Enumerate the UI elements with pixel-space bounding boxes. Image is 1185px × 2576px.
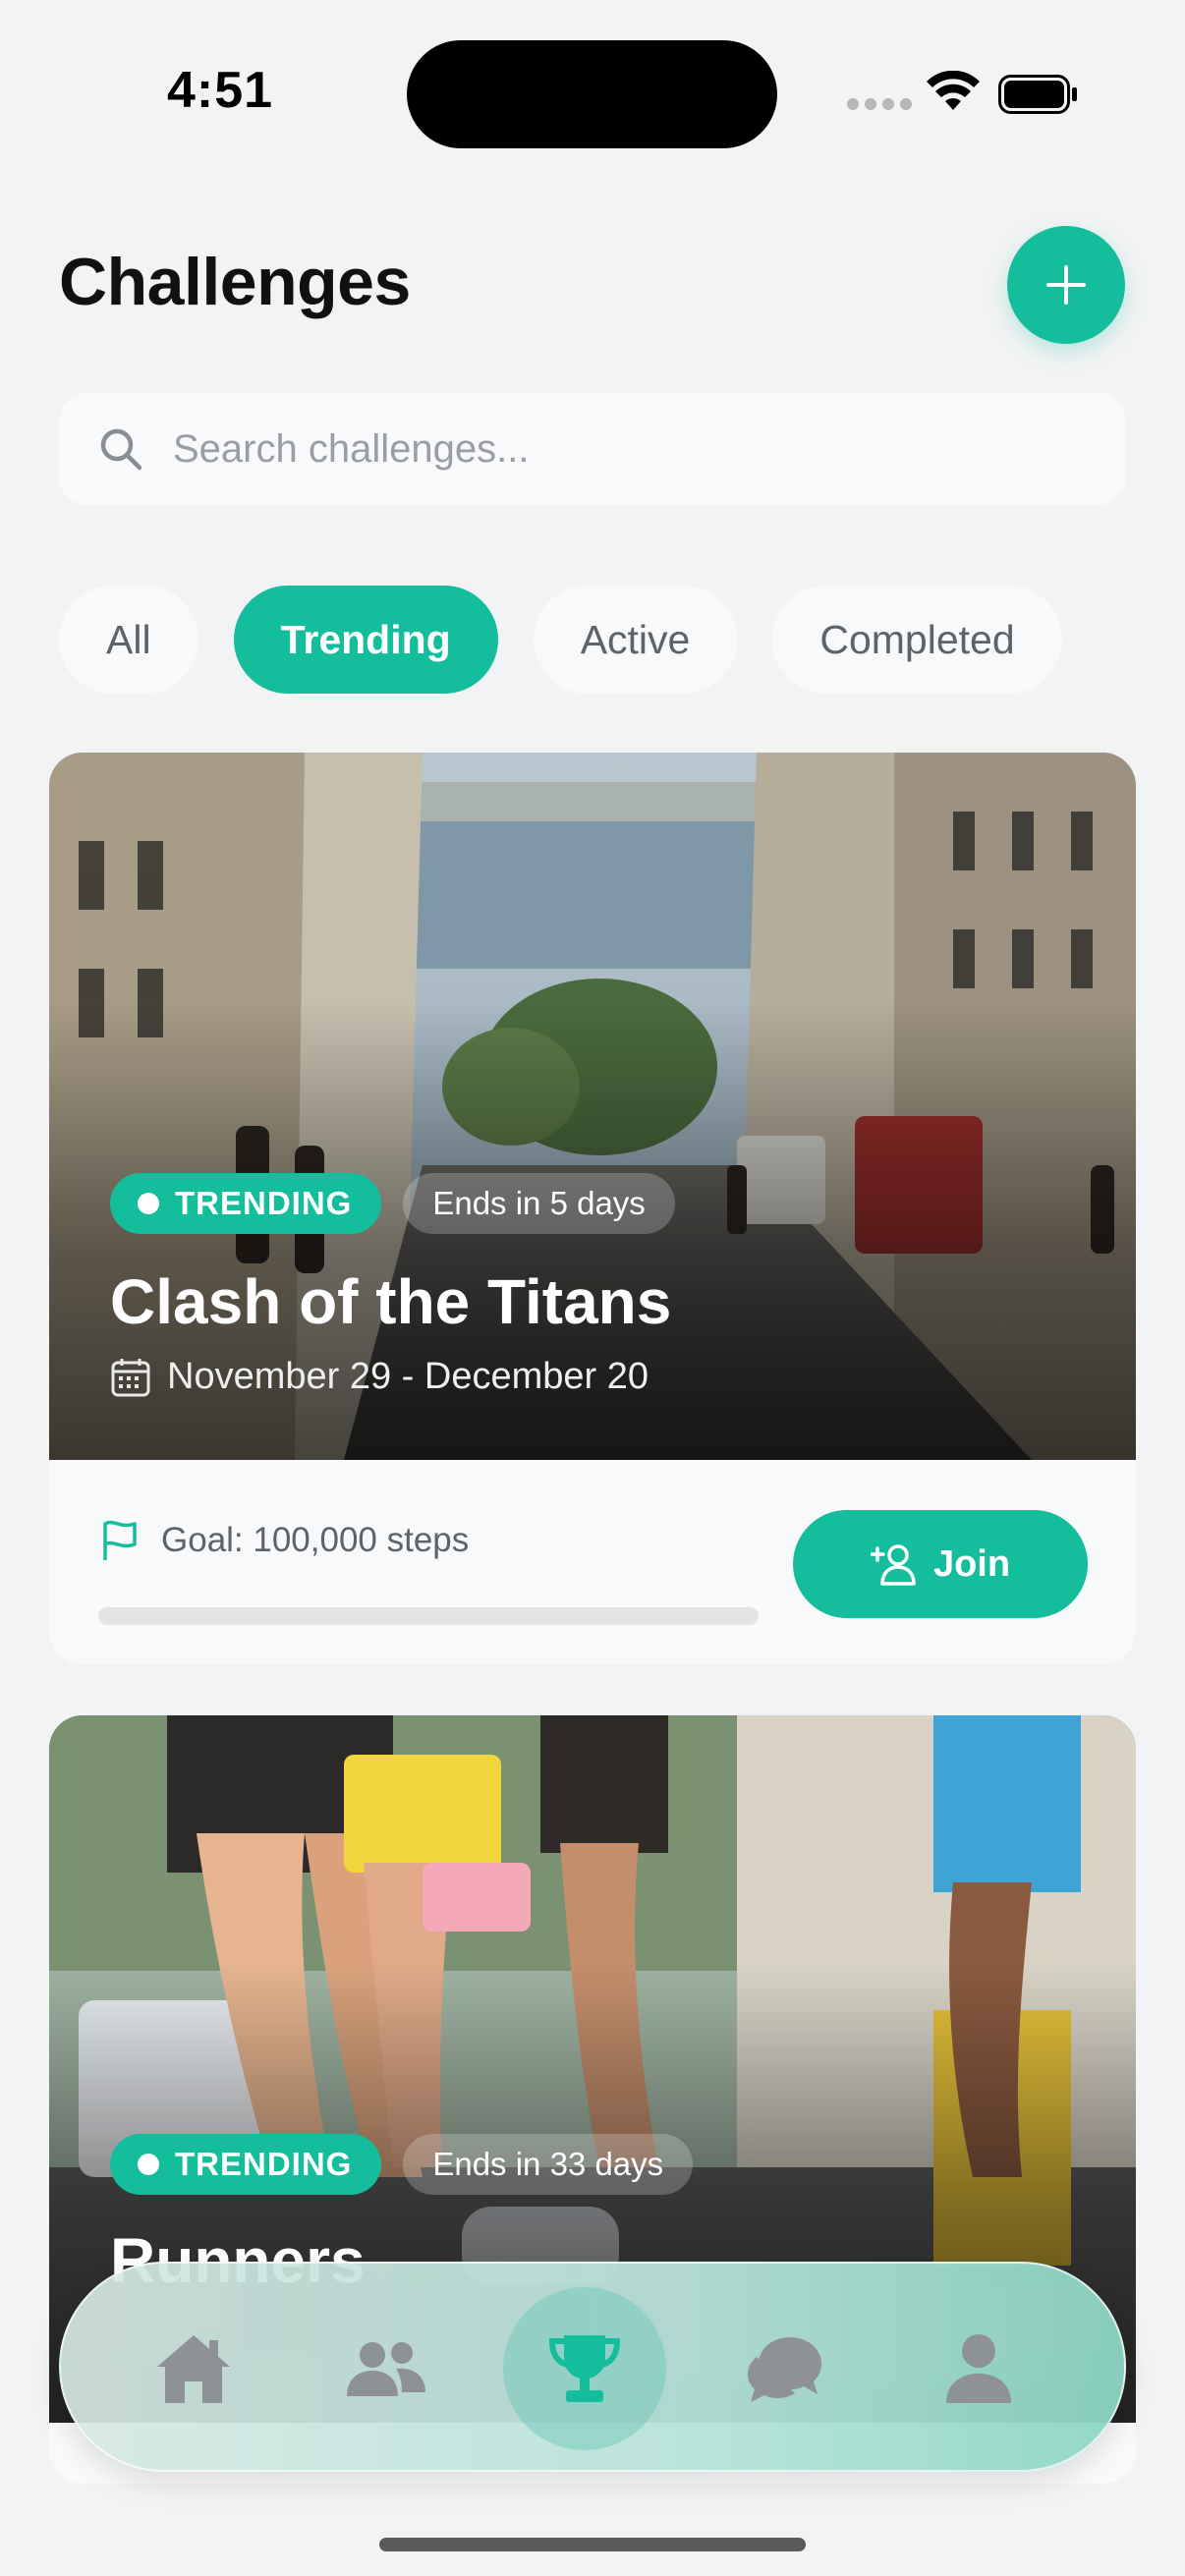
add-user-icon xyxy=(870,1544,916,1586)
search-bar[interactable] xyxy=(59,393,1126,505)
ends-badge: Ends in 5 days xyxy=(403,1173,675,1234)
filter-completed[interactable]: Completed xyxy=(772,586,1062,694)
tab-home[interactable] xyxy=(112,2287,275,2450)
calendar-icon xyxy=(111,1358,150,1396)
trending-badge: TRENDING xyxy=(110,1173,382,1234)
filter-active[interactable]: Active xyxy=(533,586,738,694)
filter-trending[interactable]: Trending xyxy=(233,586,498,694)
status-bar: 4:51 xyxy=(0,0,1185,187)
trophy-icon xyxy=(548,2335,621,2402)
challenge-dates: November 29 - December 20 xyxy=(110,1356,649,1398)
challenge-card[interactable]: TRENDING Ends in 5 days Clash of the Tit… xyxy=(49,753,1136,1664)
status-time: 4:51 xyxy=(167,62,274,119)
dynamic-island xyxy=(407,40,777,148)
bottom-tab-bar xyxy=(59,2262,1126,2472)
search-input[interactable] xyxy=(173,426,1057,472)
trending-badge: TRENDING xyxy=(110,2134,382,2195)
flag-icon xyxy=(103,1520,137,1560)
goal-progress-bar xyxy=(98,1607,759,1625)
filter-tabs: All Trending Active Completed xyxy=(59,586,1062,694)
challenge-goal: Goal: 100,000 steps xyxy=(100,1519,469,1562)
chat-icon xyxy=(748,2337,821,2402)
challenge-image xyxy=(49,753,1136,1460)
home-icon xyxy=(157,2335,230,2403)
challenge-title: Clash of the Titans xyxy=(110,1266,672,1337)
ends-badge: Ends in 33 days xyxy=(403,2134,694,2195)
tab-profile[interactable] xyxy=(897,2287,1060,2450)
page-title: Challenges xyxy=(59,245,411,319)
tab-friends[interactable] xyxy=(304,2287,467,2450)
join-button[interactable]: Join xyxy=(793,1510,1088,1618)
home-indicator xyxy=(379,2538,806,2551)
tab-challenges[interactable] xyxy=(503,2287,666,2450)
users-icon xyxy=(347,2342,425,2396)
search-icon xyxy=(100,428,142,471)
cellular-signal-icon xyxy=(847,98,912,110)
wifi-icon xyxy=(927,71,980,110)
add-challenge-button[interactable] xyxy=(1007,226,1125,344)
filter-all[interactable]: All xyxy=(59,586,198,694)
profile-icon xyxy=(946,2334,1011,2403)
plus-icon xyxy=(1046,265,1086,305)
tab-messages[interactable] xyxy=(704,2287,867,2450)
battery-icon xyxy=(998,75,1077,114)
